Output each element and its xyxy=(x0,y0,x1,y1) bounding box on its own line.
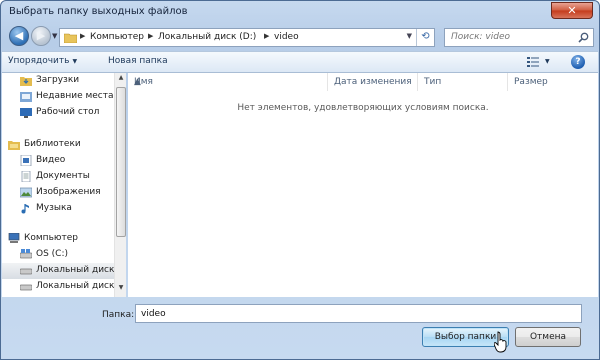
dialog-window: Выбрать папку выходных файлов ✕ ◀ ▶ ▼ ▶ … xyxy=(0,0,600,360)
organize-label: Упорядочить xyxy=(8,56,70,66)
chevron-down-icon: ▼ xyxy=(72,58,78,65)
nav-item-downloads[interactable]: Загрузки xyxy=(2,73,114,89)
folder-name-input[interactable] xyxy=(135,304,582,323)
column-header-date[interactable]: Дата изменения xyxy=(328,73,418,91)
breadcrumb-computer[interactable]: Компьютер xyxy=(90,32,144,42)
computer-icon xyxy=(8,233,20,243)
libraries-icon xyxy=(8,141,20,150)
nav-scrollbar[interactable]: ▲ ▼ xyxy=(114,73,126,297)
nav-item-documents[interactable]: Документы xyxy=(2,169,114,185)
breadcrumb-separator[interactable]: ▶ xyxy=(264,32,269,40)
nav-item-computer[interactable]: Компьютер xyxy=(2,231,114,247)
music-library-icon xyxy=(21,204,29,214)
close-button[interactable]: ✕ xyxy=(551,2,593,19)
refresh-icon[interactable]: ⟲ xyxy=(416,29,434,46)
command-bar: Упорядочить ▼ Новая папка ▼ ? xyxy=(2,51,598,73)
local-drive-icon xyxy=(20,284,32,291)
window-title: Выбрать папку выходных файлов xyxy=(9,6,188,17)
forward-arrow-icon[interactable]: ▶ xyxy=(31,26,51,46)
nav-item-local-disk[interactable]: Локальный диск xyxy=(2,263,114,279)
nav-item-libraries[interactable]: Библиотеки xyxy=(2,137,114,153)
search-input[interactable]: Поиск: video xyxy=(451,32,510,42)
column-header-type[interactable]: Тип xyxy=(418,73,508,91)
folder-icon xyxy=(64,33,77,43)
scroll-thumb[interactable] xyxy=(116,87,126,237)
downloads-folder-icon xyxy=(20,77,32,86)
help-icon[interactable]: ? xyxy=(571,55,585,69)
title-bar[interactable]: Выбрать папку выходных файлов ✕ xyxy=(1,1,599,23)
breadcrumb-video[interactable]: video xyxy=(274,32,299,42)
folder-label: Папка: xyxy=(102,310,135,320)
nav-item-os-drive[interactable]: OS (C:) xyxy=(2,247,114,263)
nav-item-pictures[interactable]: Изображения xyxy=(2,185,114,201)
organize-button[interactable]: Упорядочить ▼ xyxy=(8,56,77,66)
scroll-up-icon[interactable]: ▲ xyxy=(116,74,126,86)
desktop-icon xyxy=(20,108,32,118)
history-dropdown-icon[interactable]: ▼ xyxy=(52,32,57,40)
empty-message: Нет элементов, удовлетворяющих условиям … xyxy=(237,103,489,113)
view-options-icon[interactable] xyxy=(527,57,539,67)
search-box[interactable]: Поиск: video xyxy=(444,28,594,47)
column-header-name[interactable]: Имя ▲ xyxy=(128,73,328,91)
documents-library-icon xyxy=(21,171,31,182)
os-drive-icon xyxy=(20,249,32,259)
nav-item-video[interactable]: Видео xyxy=(2,153,114,169)
sort-arrow-icon: ▲ xyxy=(134,77,141,87)
view-dropdown-icon[interactable]: ▼ xyxy=(545,58,550,65)
address-bar[interactable]: ▶ Компьютер ▶ Локальный диск (D:) ▶ vide… xyxy=(59,28,435,47)
column-header-size[interactable]: Размер xyxy=(508,73,598,91)
video-library-icon xyxy=(20,155,32,166)
cancel-button[interactable]: Отмена xyxy=(515,327,581,347)
nav-item-recent-places[interactable]: Недавние места xyxy=(2,89,114,105)
recent-places-icon xyxy=(20,92,32,102)
back-arrow-icon[interactable]: ◀ xyxy=(9,26,29,46)
breadcrumb-separator[interactable]: ▶ xyxy=(148,32,153,40)
nav-item-local-disk-2[interactable]: Локальный диск xyxy=(2,279,114,295)
search-icon[interactable] xyxy=(578,32,589,43)
scroll-down-icon[interactable]: ▼ xyxy=(116,284,126,296)
address-dropdown-icon[interactable]: ▼ xyxy=(407,32,412,40)
breadcrumb-local-disk[interactable]: Локальный диск (D:) xyxy=(158,32,256,42)
breadcrumb-separator[interactable]: ▶ xyxy=(80,32,85,40)
pictures-library-icon xyxy=(20,187,32,198)
navigation-pane: Загрузки Недавние места Рабочий стол Биб… xyxy=(2,73,126,297)
local-drive-icon xyxy=(20,268,32,275)
file-list[interactable]: Имя ▲ Дата изменения Тип Размер Нет элем… xyxy=(128,73,598,297)
mouse-cursor-icon xyxy=(494,331,507,353)
nav-item-music[interactable]: Музыка xyxy=(2,201,114,217)
nav-item-desktop[interactable]: Рабочий стол xyxy=(2,105,114,121)
new-folder-button[interactable]: Новая папка xyxy=(108,56,168,66)
